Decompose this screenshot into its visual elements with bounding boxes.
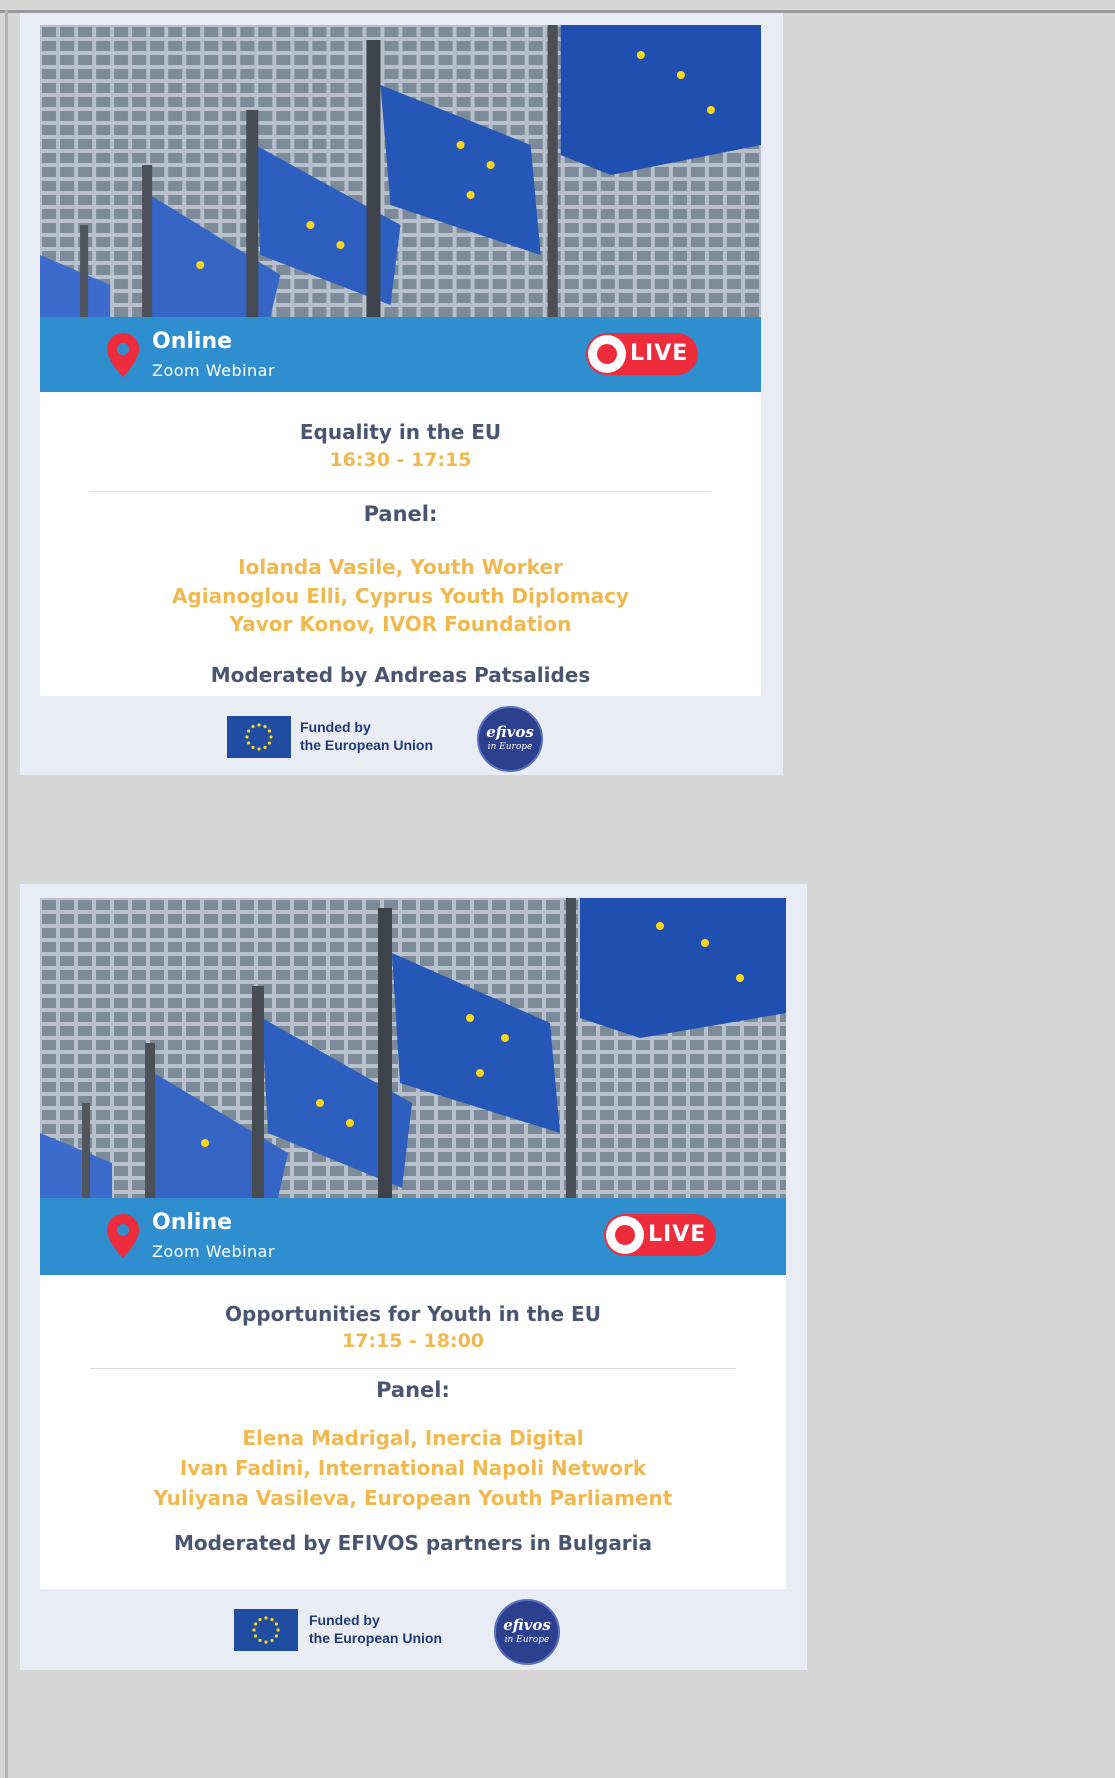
sponsor-footer: Funded by the European Union efivos in E… xyxy=(20,696,783,775)
panelist: Yuliyana Vasileva, European Youth Parlia… xyxy=(153,1486,673,1510)
location-title: Online xyxy=(152,329,233,354)
session-time: 17:15 - 18:00 xyxy=(341,1330,485,1352)
efivos-logo: efivos in Europe xyxy=(494,1599,560,1665)
location-banner: Online Zoom Webinar LIVE xyxy=(40,317,761,392)
panel-heading: Panel: xyxy=(363,502,438,526)
moderator-line: Moderated by Andreas Patsalides xyxy=(210,663,591,687)
panel-heading: Panel: xyxy=(376,1378,450,1402)
sponsor-footer: Funded by the European Union efivos in E… xyxy=(20,1589,807,1670)
eu-flag-icon xyxy=(227,716,291,758)
funded-by-text: Funded by the European Union xyxy=(309,1612,442,1646)
location-banner: Online Zoom Webinar LIVE xyxy=(40,1198,786,1275)
session-details: Equality in the EU 16:30 - 17:15 Panel: … xyxy=(40,392,761,696)
window-left-border xyxy=(5,10,8,1778)
session-title: Equality in the EU xyxy=(299,420,502,444)
efivos-logo: efivos in Europe xyxy=(477,706,543,772)
map-pin-icon xyxy=(107,333,139,377)
panelist: Yavor Konov, IVOR Foundation xyxy=(229,612,572,636)
eu-flag-icon xyxy=(234,1609,298,1651)
panelist: Agianoglou Elli, Cyprus Youth Diplomacy xyxy=(171,584,629,608)
funded-by-text: Funded by the European Union xyxy=(300,719,433,753)
map-pin-icon xyxy=(107,1214,139,1258)
divider xyxy=(90,1368,736,1369)
live-label: LIVE xyxy=(648,1222,707,1247)
divider xyxy=(90,491,711,492)
session-details: Opportunities for Youth in the EU 17:15 … xyxy=(40,1275,786,1589)
record-icon xyxy=(588,335,626,373)
panelist: Elena Madrigal, Inercia Digital xyxy=(242,1426,584,1450)
eu-flags-photo xyxy=(40,898,786,1198)
panelist: Iolanda Vasile, Youth Worker xyxy=(238,555,563,579)
record-icon xyxy=(606,1216,644,1254)
panelist: Ivan Fadini, International Napoli Networ… xyxy=(179,1456,647,1480)
session-time: 16:30 - 17:15 xyxy=(329,449,472,471)
event-card-1: Online Zoom Webinar LIVE Equality in the… xyxy=(20,13,783,775)
moderator-line: Moderated by EFIVOS partners in Bulgaria xyxy=(173,1531,653,1555)
session-title: Opportunities for Youth in the EU xyxy=(225,1302,601,1326)
live-label: LIVE xyxy=(630,341,689,366)
live-badge: LIVE xyxy=(586,333,698,375)
location-title: Online xyxy=(152,1210,233,1235)
location-subtitle: Zoom Webinar xyxy=(152,361,276,380)
live-badge: LIVE xyxy=(604,1214,716,1256)
event-card-2: Online Zoom Webinar LIVE Opportunities f… xyxy=(20,884,807,1670)
eu-flags-photo xyxy=(40,25,761,317)
location-subtitle: Zoom Webinar xyxy=(152,1242,276,1261)
